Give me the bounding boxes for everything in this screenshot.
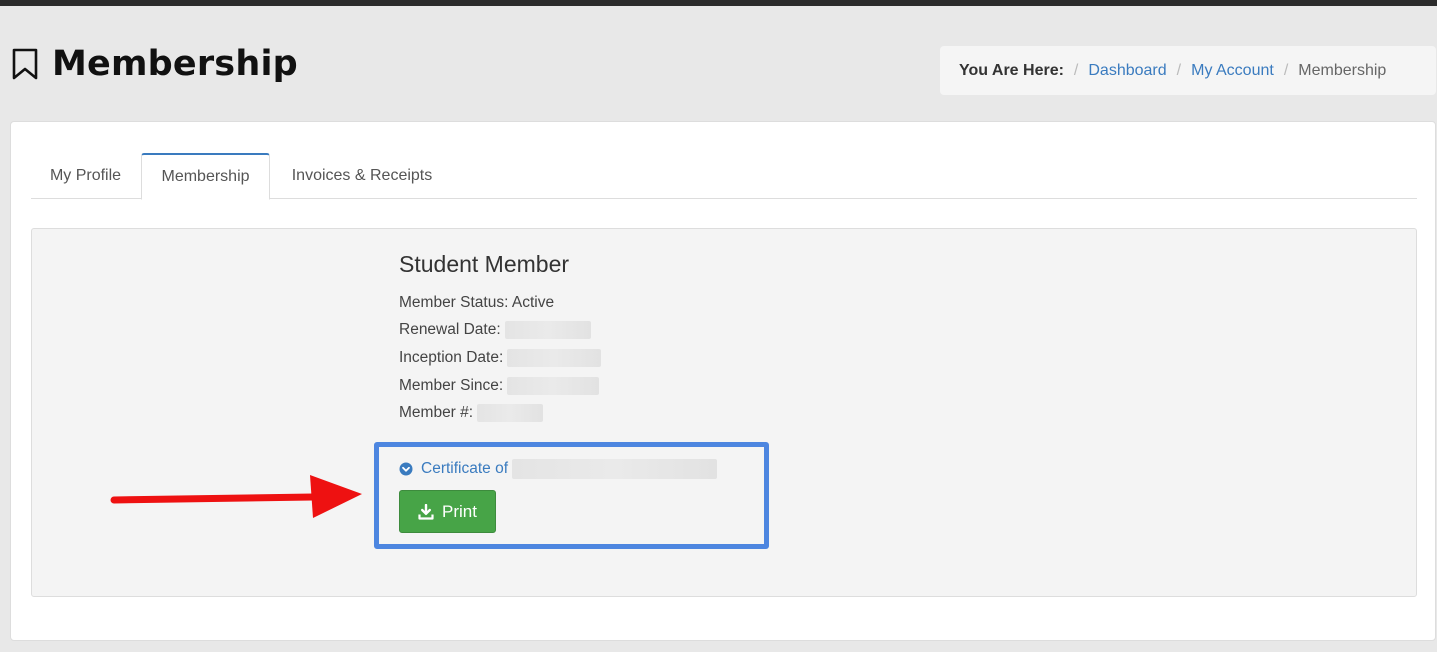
tab-invoices-receipts[interactable]: Invoices & Receipts <box>271 153 453 199</box>
tab-bar: My Profile Membership Invoices & Receipt… <box>31 153 1417 200</box>
member-number-row: Member #: <box>399 404 544 422</box>
content-card: My Profile Membership Invoices & Receipt… <box>10 121 1436 641</box>
member-since-row: Member Since: <box>399 377 600 395</box>
page-title: Membership <box>10 44 298 84</box>
tab-membership[interactable]: Membership <box>141 153 270 200</box>
inception-date-label: Inception Date: <box>399 349 504 367</box>
circle-chevron-down-icon <box>399 462 413 476</box>
redacted-value <box>504 321 591 339</box>
member-number-label: Member #: <box>399 404 474 422</box>
breadcrumb-separator: / <box>1176 61 1182 79</box>
redacted-value <box>512 459 718 479</box>
breadcrumb-separator: / <box>1283 61 1289 79</box>
breadcrumb-dashboard-link[interactable]: Dashboard <box>1088 62 1166 80</box>
download-icon <box>418 503 434 520</box>
breadcrumb-separator: / <box>1073 61 1079 79</box>
plan-name: Student Member <box>399 251 570 277</box>
redacted-value <box>507 349 602 367</box>
breadcrumb-current: Membership <box>1298 61 1387 79</box>
certificate-link-label: Certificate of <box>421 460 509 477</box>
page-title-text: Membership <box>52 44 298 84</box>
breadcrumb-my-account-link[interactable]: My Account <box>1191 62 1274 80</box>
breadcrumb: You Are Here: / Dashboard / My Account /… <box>940 46 1436 95</box>
redacted-value <box>507 377 600 395</box>
renewal-date-label: Renewal Date: <box>399 321 501 339</box>
certificate-link[interactable]: Certificate of <box>399 459 718 479</box>
inception-date-row: Inception Date: <box>399 349 602 367</box>
breadcrumb-lead: You Are Here: <box>959 61 1064 79</box>
print-button[interactable]: Print <box>399 490 496 533</box>
top-bar <box>0 0 1437 6</box>
member-since-label: Member Since: <box>399 377 504 395</box>
membership-panel: Student Member Member Status: Active Ren… <box>31 228 1417 597</box>
member-status: Member Status: Active <box>399 294 555 311</box>
print-button-label: Print <box>442 501 477 521</box>
tab-my-profile[interactable]: My Profile <box>31 153 140 199</box>
red-arrow-annotation <box>110 475 362 518</box>
redacted-value <box>477 404 544 422</box>
renewal-date-row: Renewal Date: <box>399 321 591 339</box>
bookmark-icon <box>12 48 38 80</box>
